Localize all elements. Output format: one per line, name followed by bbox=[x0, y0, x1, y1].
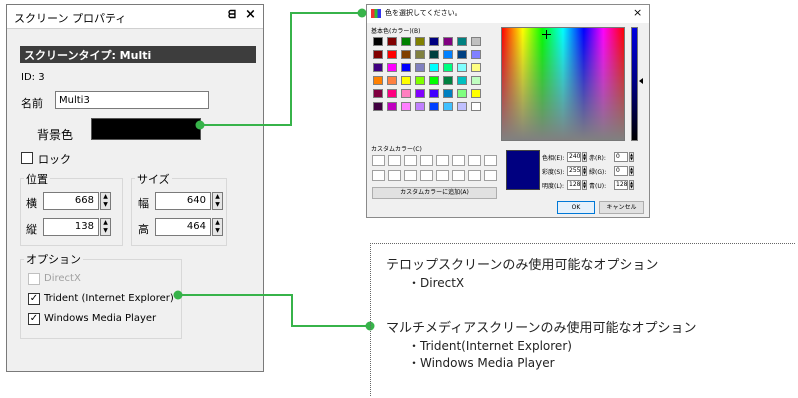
multimedia-option-wmp: ・Windows Media Player bbox=[408, 356, 555, 370]
background-connector-start-dot bbox=[195, 120, 205, 130]
multimedia-options-heading: マルチメディアスクリーンのみ使用可能なオプション bbox=[386, 321, 697, 336]
options-connector-start-dot bbox=[173, 290, 183, 300]
telop-options-heading: テロップスクリーンのみ使用可能なオプション bbox=[386, 258, 659, 273]
background-connector-end-dot bbox=[357, 8, 367, 18]
multimedia-option-trident: ・Trident(Internet Explorer) bbox=[408, 339, 572, 353]
options-connector-line bbox=[178, 294, 370, 327]
background-connector-line bbox=[200, 12, 358, 126]
telop-option-directx: ・DirectX bbox=[408, 276, 465, 290]
